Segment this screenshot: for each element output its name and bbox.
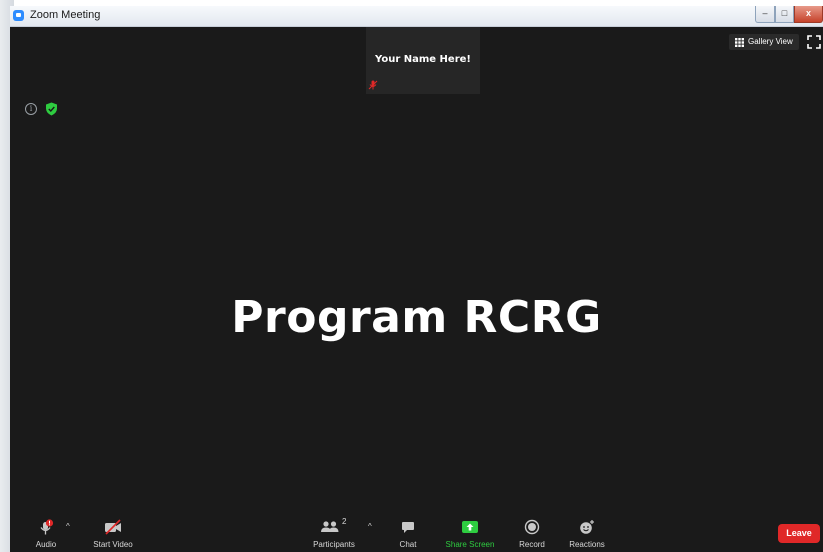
reactions-icon — [580, 520, 594, 534]
minimize-button[interactable]: – — [755, 6, 775, 23]
participants-count: 2 — [342, 517, 347, 526]
gallery-view-button[interactable]: Gallery View — [729, 34, 799, 50]
fullscreen-icon[interactable] — [807, 35, 821, 49]
share-screen-label: Share Screen — [445, 540, 495, 549]
participant-name: Your Name Here! — [375, 54, 471, 65]
window-title: Zoom Meeting — [30, 9, 101, 21]
start-video-button[interactable]: Start Video — [88, 514, 138, 552]
reactions-button[interactable]: Reactions — [565, 514, 609, 552]
close-button[interactable]: x — [794, 6, 823, 23]
audio-label: Audio — [35, 540, 57, 549]
shared-screen-text: Program RCRG — [231, 292, 602, 343]
mic-icon — [40, 519, 54, 535]
video-off-icon — [105, 519, 121, 535]
share-screen-icon — [462, 521, 478, 533]
info-icon[interactable]: i — [25, 103, 37, 115]
title-bar[interactable]: Zoom Meeting – □ x — [10, 6, 823, 27]
participants-button[interactable]: 2 Participants — [308, 514, 360, 552]
share-screen-button[interactable]: Share Screen — [440, 514, 500, 552]
self-video-tile[interactable]: Your Name Here! — [366, 27, 480, 94]
chat-label: Chat — [399, 540, 417, 549]
leave-button[interactable]: Leave — [778, 524, 820, 543]
start-video-label: Start Video — [93, 540, 133, 549]
meeting-toolbar: Audio ^ Start Video 2 Participants ^ Cha… — [10, 514, 823, 552]
muted-mic-icon — [368, 80, 378, 90]
participants-icon — [321, 521, 339, 532]
record-icon — [524, 519, 540, 535]
zoom-app-icon — [13, 10, 24, 21]
chat-button[interactable]: Chat — [393, 514, 423, 552]
record-button[interactable]: Record — [515, 514, 549, 552]
gallery-view-label: Gallery View — [748, 37, 793, 46]
maximize-button[interactable]: □ — [775, 6, 794, 23]
reactions-label: Reactions — [569, 540, 605, 549]
record-label: Record — [519, 540, 545, 549]
zoom-meeting-window: Zoom Meeting – □ x Your Name Here! Galle… — [10, 6, 823, 552]
audio-button[interactable]: Audio — [30, 514, 62, 552]
chat-icon — [402, 522, 414, 533]
participants-label: Participants — [313, 540, 355, 549]
participants-options-caret[interactable]: ^ — [368, 522, 372, 531]
audio-options-caret[interactable]: ^ — [66, 522, 70, 531]
grid-icon — [735, 38, 744, 47]
shield-icon[interactable] — [45, 102, 58, 116]
